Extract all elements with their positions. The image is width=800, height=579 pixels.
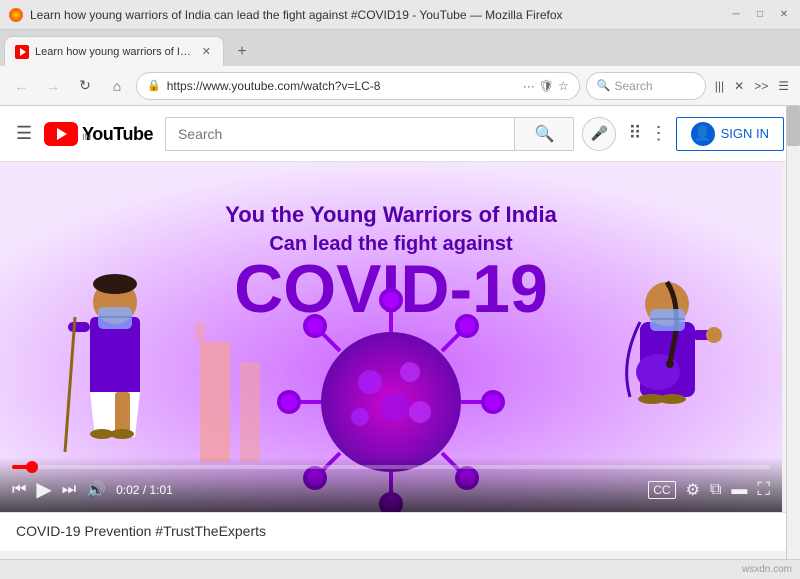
address-icons: ··· 🛡 ☆ xyxy=(523,79,569,93)
refresh-button[interactable]: ↻ xyxy=(72,73,98,99)
close-button[interactable]: ✕ xyxy=(776,7,792,23)
microphone-icon: 🎤 xyxy=(591,125,608,142)
search-icon: 🔍 xyxy=(534,124,554,144)
youtube-header: ☰ YouTube IN 🔍 🎤 ⠿ ⋮ 👤 SIGN IN xyxy=(0,106,800,162)
volume-button[interactable]: 🔊 xyxy=(86,480,106,500)
active-tab[interactable]: Learn how young warriors of In... ✕ xyxy=(4,36,224,66)
close-x-icon[interactable]: ✕ xyxy=(731,77,747,95)
video-title: COVID-19 Prevention #TrustTheExperts xyxy=(16,523,266,539)
tab-title: Learn how young warriors of In... xyxy=(35,46,194,58)
miniplayer-button[interactable]: ⧉ xyxy=(710,481,721,499)
captions-button[interactable]: CC xyxy=(648,481,675,499)
search-button[interactable]: 🔍 xyxy=(514,117,574,151)
tab-favicon xyxy=(15,45,29,59)
youtube-country-code: IN xyxy=(82,133,153,142)
home-button[interactable]: ⌂ xyxy=(104,73,130,99)
more-tools-icon[interactable]: >> xyxy=(751,77,771,95)
window-title: Learn how young warriors of India can le… xyxy=(30,8,728,22)
status-bar: wsxdn.com xyxy=(0,559,800,579)
watermark: wsxdn.com xyxy=(742,564,792,575)
theater-mode-button[interactable]: ▬ xyxy=(731,481,747,499)
svg-text:You the Young Warriors of Indi: You the Young Warriors of India xyxy=(225,202,557,227)
microphone-button[interactable]: 🎤 xyxy=(582,117,616,151)
play-button[interactable]: ▶ xyxy=(36,477,51,502)
tab-close-button[interactable]: ✕ xyxy=(200,43,213,60)
bookmarks-icon[interactable]: ||| xyxy=(712,77,727,95)
play-triangle-icon xyxy=(57,128,67,140)
url-display: https://www.youtube.com/watch?v=LC-8 xyxy=(167,79,517,93)
navigation-bar: ← → ↻ ⌂ 🔒 https://www.youtube.com/watch?… xyxy=(0,66,800,106)
sign-in-label: SIGN IN xyxy=(721,126,769,141)
shield-icon: 🛡 xyxy=(539,79,554,93)
window-controls[interactable]: ─ □ ✕ xyxy=(728,7,792,23)
back-button[interactable]: ← xyxy=(8,73,34,99)
browser-scrollbar[interactable] xyxy=(786,106,800,559)
scrollbar-thumb[interactable] xyxy=(787,106,800,146)
skip-forward-button[interactable]: ⏭ xyxy=(62,481,76,499)
header-right-actions: ⠿ ⋮ 👤 SIGN IN xyxy=(628,117,784,151)
forward-button[interactable]: → xyxy=(40,73,66,99)
progress-dot xyxy=(26,461,38,473)
youtube-logo-icon xyxy=(44,122,78,146)
settings-button[interactable]: ⚙ xyxy=(686,480,700,500)
hamburger-icon[interactable]: ☰ xyxy=(775,77,792,95)
fullscreen-button[interactable]: ⛶ xyxy=(757,479,770,500)
more-options-button[interactable]: ⋮ xyxy=(650,123,668,144)
minimize-button[interactable]: ─ xyxy=(728,7,744,23)
below-video-section: COVID-19 Prevention #TrustTheExperts xyxy=(0,512,800,551)
toolbar-extra-icons: ||| ✕ >> ☰ xyxy=(712,77,792,95)
bookmark-icon[interactable]: ☆ xyxy=(558,79,569,93)
controls-row: ⏮ ▶ ⏭ 🔊 0:02 / 1:01 CC ⚙ ⧉ ▬ ⛶ xyxy=(12,477,770,502)
title-bar: Learn how young warriors of India can le… xyxy=(0,0,800,30)
sign-in-button[interactable]: 👤 SIGN IN xyxy=(676,117,784,151)
apps-grid-button[interactable]: ⠿ xyxy=(628,123,641,144)
ellipsis-icon[interactable]: ··· xyxy=(523,79,535,93)
time-display: 0:02 / 1:01 xyxy=(116,483,173,497)
search-label: Search xyxy=(615,79,653,93)
search-input[interactable] xyxy=(165,117,514,151)
skip-back-button[interactable]: ⏮ xyxy=(12,481,26,499)
sign-in-avatar-icon: 👤 xyxy=(691,122,715,146)
search-icon: 🔍 xyxy=(597,79,611,92)
tab-bar: Learn how young warriors of In... ✕ + xyxy=(0,30,800,66)
main-content: ☰ YouTube IN 🔍 🎤 ⠿ ⋮ 👤 SIGN IN xyxy=(0,106,800,551)
video-player[interactable]: You the Young Warriors of India Can lead… xyxy=(0,162,782,512)
search-container: 🔍 🎤 xyxy=(165,117,616,151)
progress-bar[interactable] xyxy=(12,465,770,469)
address-bar[interactable]: 🔒 https://www.youtube.com/watch?v=LC-8 ·… xyxy=(136,72,580,100)
lock-icon: 🔒 xyxy=(147,79,161,92)
maximize-button[interactable]: □ xyxy=(752,7,768,23)
hamburger-menu-button[interactable]: ☰ xyxy=(16,123,32,144)
video-controls: ⏮ ▶ ⏭ 🔊 0:02 / 1:01 CC ⚙ ⧉ ▬ ⛶ xyxy=(0,457,782,512)
new-tab-button[interactable]: + xyxy=(228,38,256,66)
progress-fill xyxy=(12,465,32,469)
browser-search-box[interactable]: 🔍 Search xyxy=(586,72,706,100)
youtube-logo[interactable]: YouTube IN xyxy=(44,122,153,146)
browser-icon xyxy=(8,7,24,23)
